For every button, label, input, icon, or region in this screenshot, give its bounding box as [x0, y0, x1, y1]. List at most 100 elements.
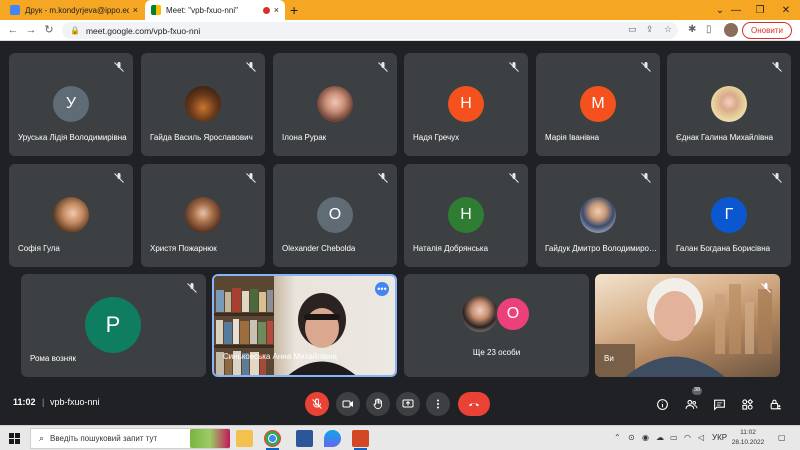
- chevron-up-icon[interactable]: ⌃: [614, 433, 621, 442]
- participant-tile[interactable]: Гайда Василь Ярославович: [141, 53, 265, 156]
- activities-button[interactable]: [739, 396, 755, 412]
- windows-start-icon[interactable]: [9, 433, 20, 444]
- profile-avatar[interactable]: [724, 23, 738, 37]
- participant-avatar: Г: [711, 197, 747, 233]
- share-icon[interactable]: ⇪: [646, 24, 654, 35]
- powerpoint-icon[interactable]: [352, 430, 369, 450]
- participant-avatar: O: [317, 197, 353, 233]
- participant-name: Марія Іванівна: [545, 133, 600, 142]
- taskbar-clock[interactable]: 11:02 28.10.2022: [730, 428, 766, 448]
- mic-off-icon: [246, 173, 256, 183]
- participant-name: Надя Гречух: [413, 133, 460, 142]
- lock-icon: 🔒: [70, 26, 80, 35]
- word-icon[interactable]: [296, 430, 313, 447]
- participant-avatar: М: [580, 86, 616, 122]
- tab-close-icon[interactable]: ×: [133, 5, 138, 15]
- mic-off-icon: [378, 173, 388, 183]
- mic-off-icon: [312, 398, 322, 409]
- tray-app-icon[interactable]: ⊙: [628, 433, 635, 442]
- participant-name: Єднак Галина Михайлівна: [676, 133, 774, 142]
- participant-tile[interactable]: Р Рома возняк: [21, 274, 206, 377]
- notifications-icon[interactable]: ▢: [778, 433, 786, 442]
- present-icon: [402, 399, 414, 408]
- participant-photo: [711, 86, 747, 122]
- participant-photo: [580, 197, 616, 233]
- participant-tile[interactable]: Н Надя Гречух: [404, 53, 528, 156]
- docs-favicon-icon: [10, 5, 20, 15]
- participant-tile[interactable]: Г Галан Богдана Борисівна: [667, 164, 791, 267]
- tab-meet[interactable]: Meet: "vpb-fxuo-nni" ×: [145, 0, 285, 20]
- participant-photo: [317, 86, 353, 122]
- microphone-toggle-button[interactable]: [305, 392, 329, 416]
- participant-tile[interactable]: Христя Пожарнюк: [141, 164, 265, 267]
- chat-button[interactable]: [711, 396, 727, 412]
- participant-tile[interactable]: У Уруська Лідія Володимирівна: [9, 53, 133, 156]
- meeting-details-button[interactable]: [654, 396, 670, 412]
- mic-off-icon: [114, 173, 124, 183]
- cloud-icon[interactable]: ☁: [656, 433, 664, 442]
- mic-off-icon: [641, 62, 651, 72]
- more-options-button[interactable]: •••: [375, 282, 389, 296]
- volume-icon[interactable]: ◁: [698, 433, 704, 442]
- address-bar[interactable]: 🔒 meet.google.com/vpb-fxuo-nni: [62, 22, 678, 39]
- more-options-button[interactable]: [426, 392, 450, 416]
- windows-taskbar: ⌕ Введіть пошуковий запит тут ⌃ ⊙ ◉ ☁ ▭ …: [0, 425, 800, 450]
- camera-toggle-button[interactable]: [336, 392, 360, 416]
- participant-avatar: Н: [448, 197, 484, 233]
- participant-photo: [185, 197, 221, 233]
- wifi-icon[interactable]: ◠: [684, 433, 691, 442]
- present-screen-button[interactable]: [396, 392, 420, 416]
- close-window-button[interactable]: ✕: [770, 0, 800, 20]
- people-icon: [685, 399, 697, 409]
- participant-tile[interactable]: Гайдук Дмитро Володимирович: [536, 164, 660, 267]
- language-indicator[interactable]: УКР: [712, 433, 727, 442]
- chrome-icon[interactable]: [264, 430, 281, 450]
- leave-call-button[interactable]: [458, 392, 490, 416]
- self-name: Ви: [604, 354, 614, 363]
- participant-tile[interactable]: Н Наталія Добрянська: [404, 164, 528, 267]
- tab-title: Друк - m.kondyrjeva@ippo.edu: [25, 5, 129, 15]
- speaker-video-tile[interactable]: ••• Синьковська Анна Михайлівна: [212, 274, 397, 377]
- reload-icon[interactable]: ↻: [42, 23, 56, 37]
- tab-strip: Друк - m.kondyrjeva@ippo.edu × Meet: "vp…: [0, 0, 800, 20]
- participant-avatar: Н: [448, 86, 484, 122]
- file-explorer-icon[interactable]: [236, 430, 253, 447]
- activities-icon: [741, 398, 753, 410]
- raise-hand-button[interactable]: [366, 392, 390, 416]
- chat-icon: [713, 399, 725, 411]
- participant-name: Синьковська Анна Михайлівна: [223, 352, 337, 361]
- update-button[interactable]: Оновити: [742, 22, 792, 39]
- tab-close-icon[interactable]: ×: [274, 5, 279, 15]
- tab-print[interactable]: Друк - m.kondyrjeva@ippo.edu ×: [4, 0, 144, 20]
- host-controls-button[interactable]: [767, 396, 783, 412]
- participant-photo: [462, 296, 498, 332]
- participant-tile[interactable]: М Марія Іванівна: [536, 53, 660, 156]
- extensions-puzzle-icon[interactable]: ✱: [688, 24, 696, 35]
- battery-icon[interactable]: ▭: [670, 433, 678, 442]
- tray-app-icon[interactable]: ◉: [642, 433, 649, 442]
- participant-tile[interactable]: Софія Гула: [9, 164, 133, 267]
- city-background-graphic: [595, 278, 772, 377]
- mic-off-icon: [772, 173, 782, 183]
- side-panel-icon[interactable]: ▯: [706, 24, 712, 35]
- new-tab-button[interactable]: +: [290, 2, 298, 18]
- bookmark-star-icon[interactable]: ☆: [664, 24, 672, 35]
- mic-off-icon: [509, 62, 519, 72]
- mic-off-icon: [772, 62, 782, 72]
- forward-arrow-icon[interactable]: →: [24, 23, 38, 37]
- self-video-tile[interactable]: Ви: [595, 274, 780, 377]
- participant-avatar: У: [53, 86, 89, 122]
- more-participants-tile[interactable]: О Ще 23 особи: [404, 274, 589, 377]
- meet-favicon-icon: [151, 5, 161, 15]
- app-drop-icon[interactable]: [324, 430, 341, 447]
- clock-date: 28.10.2022: [731, 439, 765, 446]
- participant-avatar: Р: [85, 297, 141, 353]
- people-button[interactable]: [683, 396, 699, 412]
- participant-tile[interactable]: Ілона Рурак: [273, 53, 397, 156]
- mic-off-icon: [114, 62, 124, 72]
- participant-tile[interactable]: Єднак Галина Михайлівна: [667, 53, 791, 156]
- meeting-controls-bar: 11:02 | vpb-fxuo-nni 38: [0, 385, 800, 425]
- participant-tile[interactable]: O Olexander Chebolda: [273, 164, 397, 267]
- back-arrow-icon[interactable]: ←: [6, 23, 20, 37]
- camera-in-use-icon[interactable]: ▭: [628, 24, 637, 35]
